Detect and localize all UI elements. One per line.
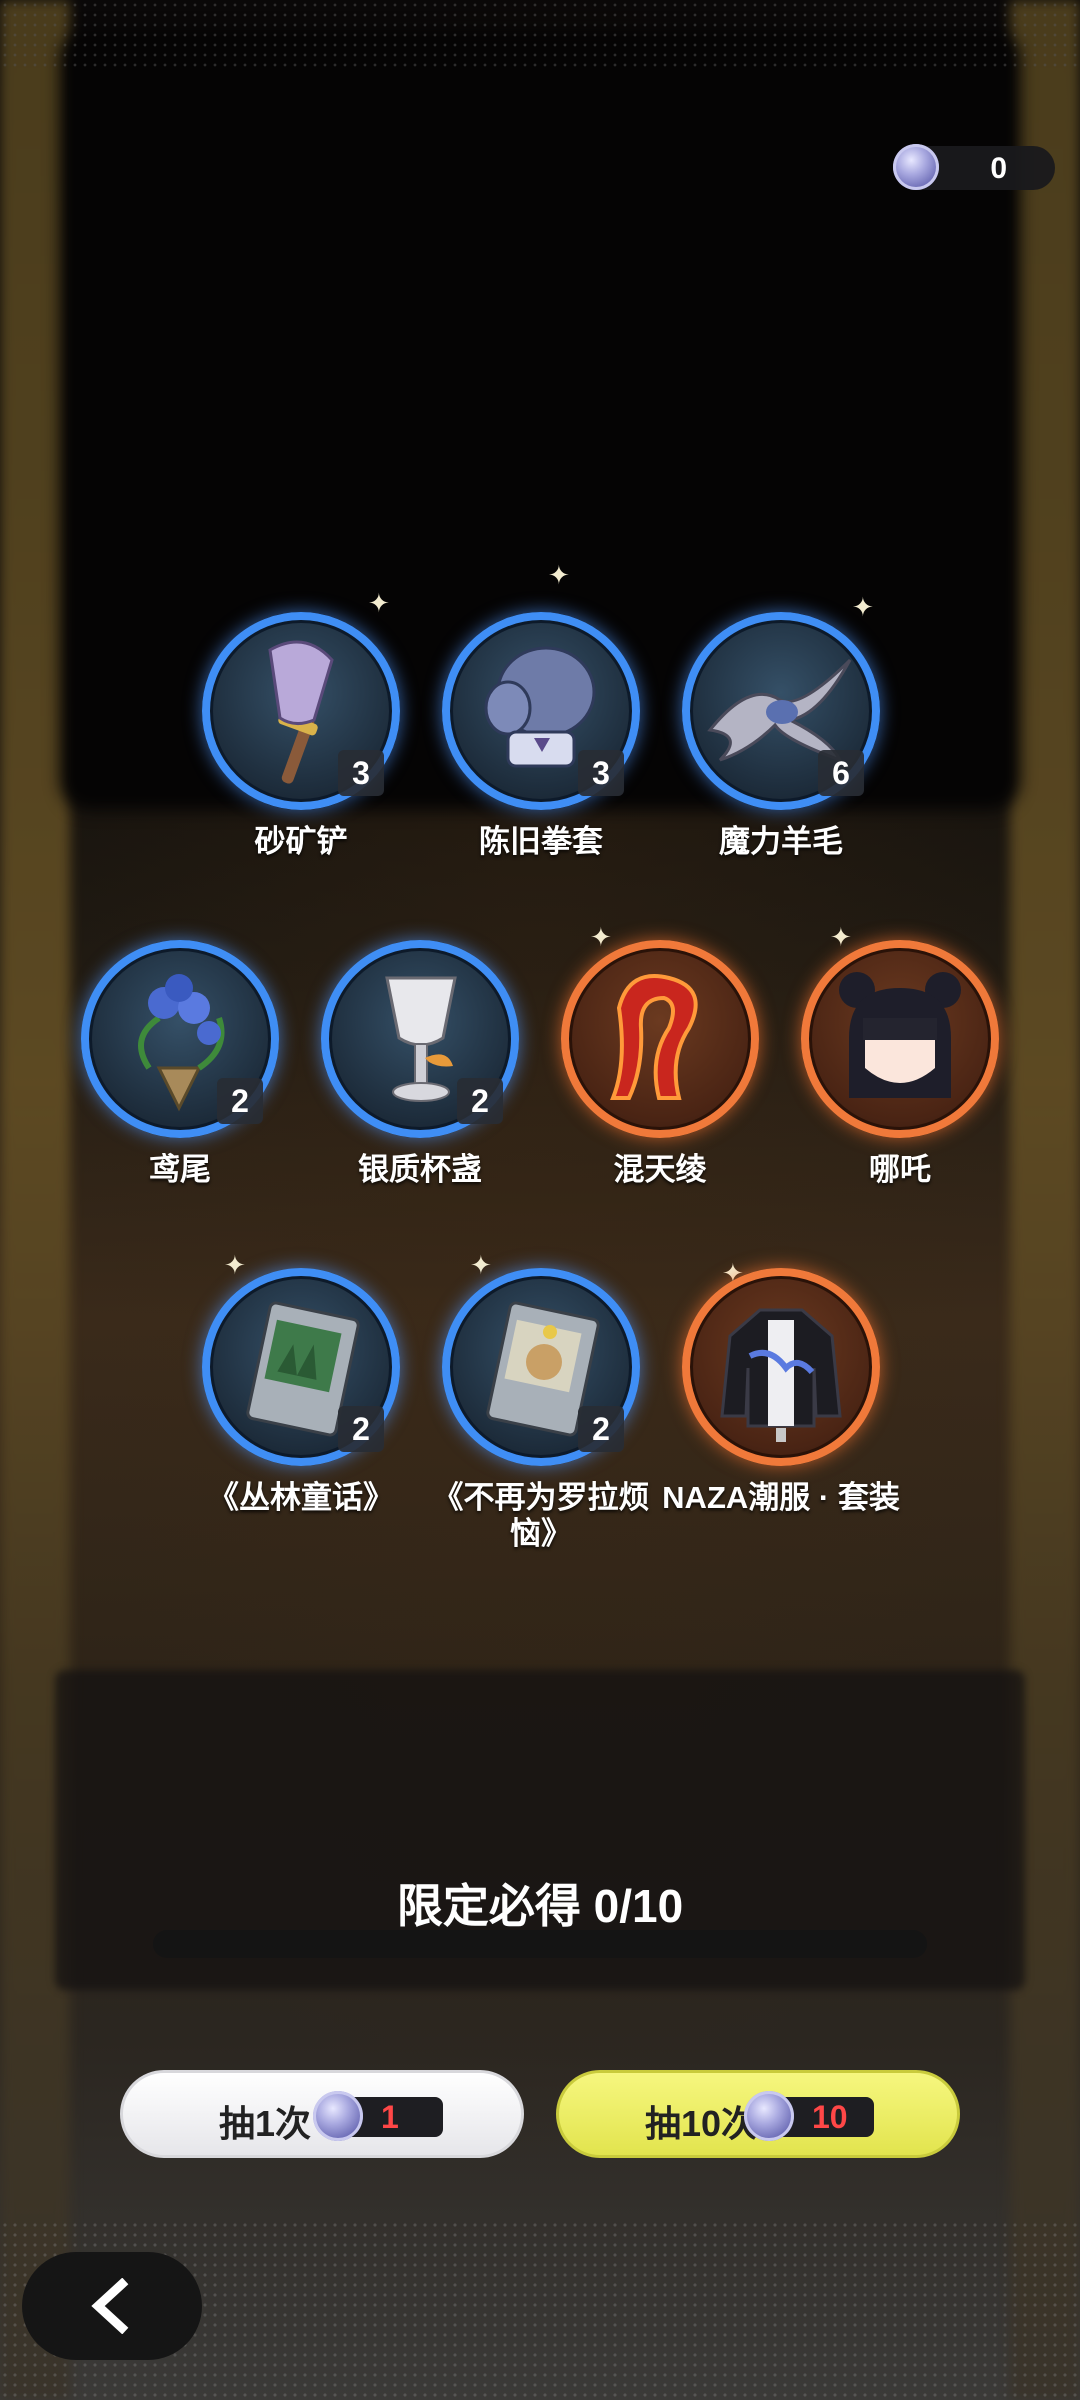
item-count: 2 bbox=[578, 1406, 624, 1452]
rarity-ring: 2 bbox=[202, 1268, 400, 1466]
draw-ten-button[interactable]: 抽10次 10 bbox=[556, 2070, 960, 2158]
item-name: 砂矿铲 bbox=[254, 824, 348, 859]
draw-ten-label: 抽10次 bbox=[645, 2103, 758, 2144]
rarity-ring bbox=[801, 940, 999, 1138]
reward-item[interactable]: 2 银质杯盏 bbox=[300, 940, 540, 1188]
item-name: 鸢尾 bbox=[149, 1152, 211, 1187]
reward-item[interactable]: 2 《丛林童话》 bbox=[181, 1268, 421, 1516]
rarity-ring bbox=[561, 940, 759, 1138]
item-name: NAZA潮服 · 套装 bbox=[662, 1480, 900, 1515]
reward-item[interactable]: 2 鸢尾 bbox=[60, 940, 300, 1188]
item-count: 6 bbox=[818, 750, 864, 796]
rarity-ring: 2 bbox=[321, 940, 519, 1138]
reward-item[interactable]: 混天绫 bbox=[540, 940, 780, 1188]
guarantee-label: 限定必得 0/10 bbox=[396, 1880, 684, 1932]
crystal-coin-icon bbox=[744, 2091, 794, 2141]
crystal-coin-icon bbox=[893, 144, 939, 190]
draw-one-cost: 1 bbox=[313, 2091, 443, 2141]
draw-ten-cost: 10 bbox=[744, 2091, 874, 2141]
right-side-glow bbox=[1010, 0, 1080, 2400]
draw-one-label: 抽1次 bbox=[219, 2103, 312, 2144]
item-name: 银质杯盏 bbox=[358, 1152, 482, 1187]
item-count: 2 bbox=[338, 1406, 384, 1452]
jacket-outfit-icon bbox=[720, 1308, 842, 1442]
rarity-ring: 3 bbox=[442, 612, 640, 810]
draw-one-button[interactable]: 抽1次 1 bbox=[120, 2070, 524, 2158]
crystal-coin-icon bbox=[313, 2091, 363, 2141]
reward-item[interactable]: 哪吒 bbox=[780, 940, 1020, 1188]
draw-ten-cost-value: 10 bbox=[812, 2099, 848, 2135]
back-button[interactable] bbox=[22, 2252, 202, 2360]
item-name: 哪吒 bbox=[869, 1152, 931, 1187]
item-name: 魔力羊毛 bbox=[719, 824, 843, 859]
reward-item[interactable]: 6 魔力羊毛 bbox=[661, 612, 901, 860]
rarity-ring bbox=[682, 1268, 880, 1466]
back-arrow-icon bbox=[91, 2278, 129, 2334]
rarity-ring: 6 bbox=[682, 612, 880, 810]
rarity-ring: 2 bbox=[442, 1268, 640, 1466]
character-portrait-icon bbox=[839, 972, 961, 1098]
item-count: 3 bbox=[338, 750, 384, 796]
rarity-ring: 3 bbox=[202, 612, 400, 810]
item-name: 《不再为罗拉烦恼》 bbox=[432, 1480, 650, 1551]
top-dot-pattern bbox=[0, 0, 1080, 70]
reward-item[interactable]: 3 陈旧拳套 bbox=[421, 612, 661, 860]
item-name: 陈旧拳套 bbox=[479, 824, 603, 859]
currency-amount: 0 bbox=[990, 152, 1007, 185]
rarity-ring: 2 bbox=[81, 940, 279, 1138]
item-name: 《丛林童话》 bbox=[208, 1480, 394, 1515]
currency-display: 0 bbox=[893, 144, 1055, 190]
guarantee-progress-bar bbox=[153, 1930, 927, 1958]
reward-item[interactable]: NAZA潮服 · 套装 bbox=[661, 1268, 901, 1516]
item-count: 3 bbox=[578, 750, 624, 796]
item-count: 2 bbox=[457, 1078, 503, 1124]
draw-one-cost-value: 1 bbox=[381, 2099, 399, 2135]
reward-item[interactable]: 2 《不再为罗拉烦恼》 bbox=[421, 1268, 661, 1552]
red-sash-icon bbox=[610, 974, 698, 1100]
sparkle-icon: ✦ bbox=[548, 560, 570, 590]
reward-item[interactable]: 3 砂矿铲 bbox=[181, 612, 421, 860]
item-name: 混天绫 bbox=[613, 1152, 707, 1187]
item-count: 2 bbox=[217, 1078, 263, 1124]
